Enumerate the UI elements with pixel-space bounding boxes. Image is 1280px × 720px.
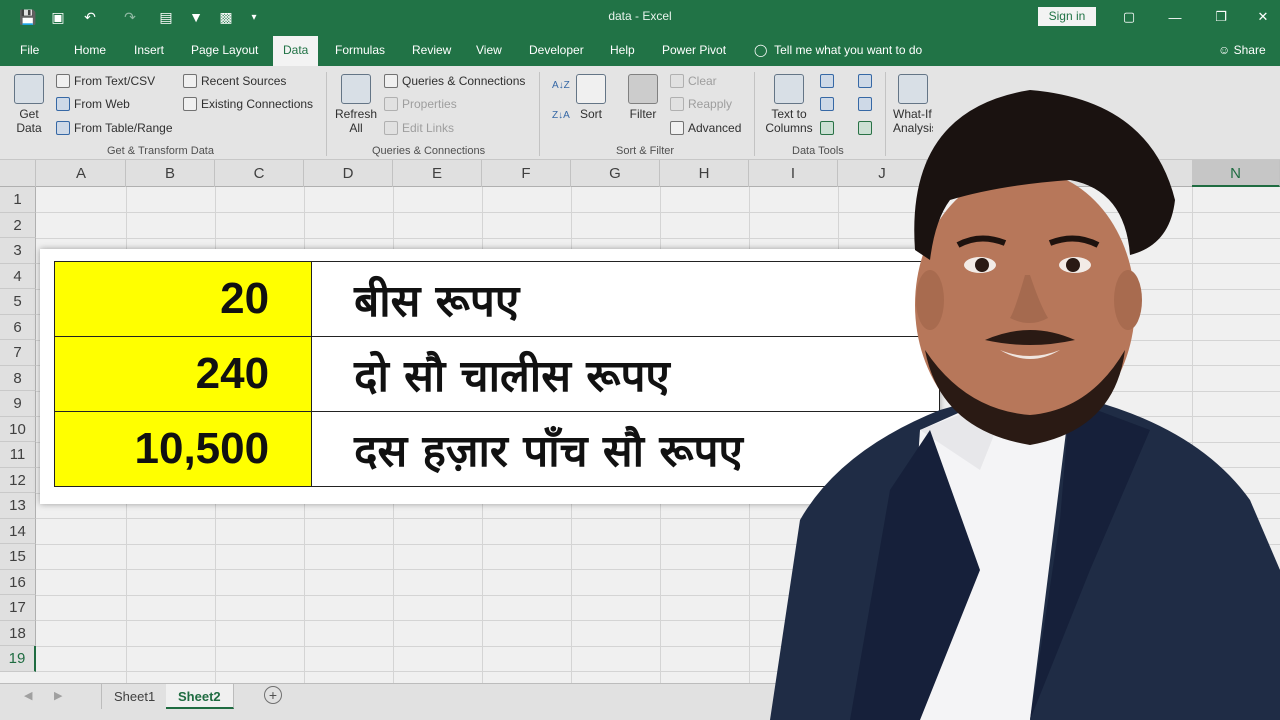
title-bar: 💾 ▣ ↶ ↷ ▤ ▼ ▩ ▾ data - Excel Sign in ▢ —…: [0, 0, 1280, 36]
minimize-icon[interactable]: —: [1160, 6, 1190, 28]
ribbon-display-icon[interactable]: ▢: [1114, 6, 1144, 28]
tab-review[interactable]: Review: [412, 43, 451, 57]
tab-power-pivot[interactable]: Power Pivot: [662, 43, 726, 57]
tab-formulas[interactable]: Formulas: [335, 43, 385, 57]
restore-icon[interactable]: ❐: [1206, 6, 1236, 28]
number-cell: 240: [53, 336, 313, 412]
excel-window: 💾 ▣ ↶ ↷ ▤ ▼ ▩ ▾ data - Excel Sign in ▢ —…: [0, 0, 1280, 720]
sign-in-button[interactable]: Sign in: [1038, 7, 1096, 26]
tab-page-layout[interactable]: Page Layout: [191, 43, 258, 57]
tab-home[interactable]: Home: [74, 43, 106, 57]
tab-insert[interactable]: Insert: [134, 43, 164, 57]
close-icon[interactable]: ✕: [1248, 6, 1278, 28]
tab-developer[interactable]: Developer: [529, 43, 584, 57]
tab-data[interactable]: Data: [273, 36, 319, 66]
tab-help[interactable]: Help: [610, 43, 635, 57]
tab-file[interactable]: File: [20, 43, 39, 57]
presenter-photo: [770, 90, 1280, 720]
number-cell: 10,500: [53, 411, 313, 487]
number-cell: 20: [53, 261, 313, 337]
tab-view[interactable]: View: [476, 43, 502, 57]
